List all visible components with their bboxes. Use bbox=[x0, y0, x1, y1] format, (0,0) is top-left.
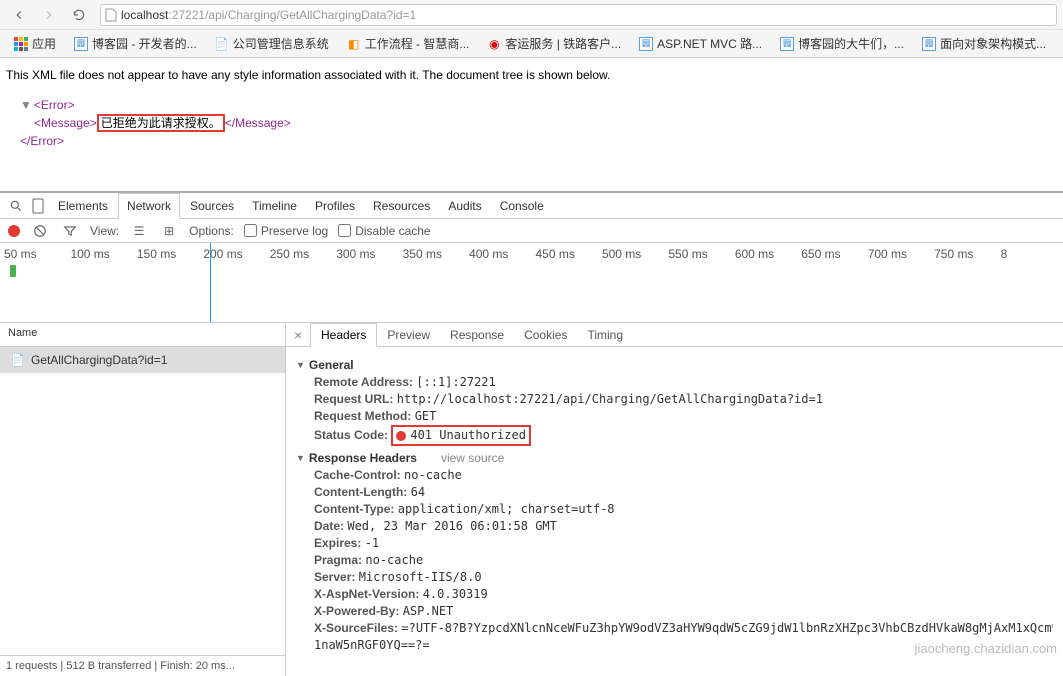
network-timeline[interactable]: 50 ms100 ms150 ms200 ms250 ms300 ms350 m… bbox=[0, 243, 1063, 323]
address-bar[interactable]: localhost:27221/api/Charging/GetAllCharg… bbox=[100, 4, 1057, 26]
favicon: 园 bbox=[922, 37, 936, 51]
tab-elements[interactable]: Elements bbox=[50, 193, 116, 219]
apps-icon bbox=[14, 37, 28, 51]
url-text: localhost:27221/api/Charging/GetAllCharg… bbox=[121, 7, 1056, 22]
request-bar bbox=[10, 265, 16, 277]
error-message-highlight: 已拒绝为此请求授权。 bbox=[97, 114, 225, 132]
apps-button[interactable]: 应用 bbox=[6, 33, 64, 54]
preserve-log-checkbox[interactable]: Preserve log bbox=[244, 224, 328, 238]
collapse-icon: ▼ bbox=[296, 357, 305, 374]
back-button[interactable] bbox=[6, 4, 32, 26]
bookmark-item[interactable]: 园ASP.NET MVC 路... bbox=[631, 33, 770, 54]
favicon: 园 bbox=[639, 37, 653, 51]
timeline-cursor bbox=[210, 243, 211, 322]
search-icon[interactable] bbox=[6, 196, 26, 216]
page-content: This XML file does not appear to have an… bbox=[0, 58, 1063, 192]
devtools-panel: Elements Network Sources Timeline Profil… bbox=[0, 192, 1063, 676]
tab-sources[interactable]: Sources bbox=[182, 193, 242, 219]
request-details: × Headers Preview Response Cookies Timin… bbox=[286, 323, 1063, 676]
browser-toolbar: localhost:27221/api/Charging/GetAllCharg… bbox=[0, 0, 1063, 30]
favicon: 📄 bbox=[215, 37, 229, 51]
favicon: 园 bbox=[780, 37, 794, 51]
collapse-icon: ▼ bbox=[296, 450, 305, 467]
bookmark-item[interactable]: ◧工作流程 - 智慧商... bbox=[339, 33, 478, 54]
request-row[interactable]: 📄GetAllChargingData?id=1 bbox=[0, 347, 285, 373]
list-view-icon[interactable]: ☰ bbox=[129, 221, 149, 241]
bookmark-item[interactable]: 园面向对象架构模式... bbox=[914, 33, 1054, 54]
tab-console[interactable]: Console bbox=[492, 193, 552, 219]
tab-network[interactable]: Network bbox=[118, 193, 180, 219]
disable-cache-checkbox[interactable]: Disable cache bbox=[338, 224, 430, 238]
tab-timeline[interactable]: Timeline bbox=[244, 193, 305, 219]
clear-icon[interactable] bbox=[30, 221, 50, 241]
filter-icon[interactable] bbox=[60, 221, 80, 241]
collapse-icon[interactable]: ▼ bbox=[20, 98, 32, 112]
tab-preview[interactable]: Preview bbox=[377, 324, 440, 346]
xml-notice: This XML file does not appear to have an… bbox=[6, 68, 1057, 82]
record-button[interactable] bbox=[8, 225, 20, 237]
bookmark-item[interactable]: 📄公司管理信息系统 bbox=[207, 33, 337, 54]
name-column-header[interactable]: Name bbox=[0, 323, 285, 347]
view-label: View: bbox=[90, 224, 119, 238]
reload-button[interactable] bbox=[66, 4, 92, 26]
status-highlight: 401 Unauthorized bbox=[391, 425, 531, 446]
devtools-tabs: Elements Network Sources Timeline Profil… bbox=[0, 193, 1063, 219]
tab-cookies[interactable]: Cookies bbox=[514, 324, 577, 346]
file-icon: 📄 bbox=[10, 353, 25, 367]
page-icon bbox=[101, 8, 121, 22]
bookmark-item[interactable]: 园博客园 - 开发者的... bbox=[66, 33, 205, 54]
favicon: ◉ bbox=[487, 37, 501, 51]
bookmarks-bar: 应用 园博客园 - 开发者的... 📄公司管理信息系统 ◧工作流程 - 智慧商.… bbox=[0, 30, 1063, 58]
tab-audits[interactable]: Audits bbox=[440, 193, 489, 219]
network-summary: 1 requests | 512 B transferred | Finish:… bbox=[0, 655, 285, 676]
network-options: View: ☰ ⊞ Options: Preserve log Disable … bbox=[0, 219, 1063, 243]
view-source-link[interactable]: view source bbox=[441, 450, 504, 467]
grid-view-icon[interactable]: ⊞ bbox=[159, 221, 179, 241]
request-list: Name 📄GetAllChargingData?id=1 1 requests… bbox=[0, 323, 286, 676]
forward-button[interactable] bbox=[36, 4, 62, 26]
favicon: 园 bbox=[74, 37, 88, 51]
response-headers-section[interactable]: ▼Response Headersview source bbox=[296, 450, 1053, 467]
device-icon[interactable] bbox=[28, 196, 48, 216]
tab-headers[interactable]: Headers bbox=[310, 323, 377, 347]
tab-timing[interactable]: Timing bbox=[577, 324, 633, 346]
bookmark-item[interactable]: ◉客运服务 | 铁路客户... bbox=[479, 33, 629, 54]
status-dot-icon bbox=[396, 431, 406, 441]
bookmark-item[interactable]: 园博客园的大牛们，... bbox=[772, 33, 912, 54]
tab-resources[interactable]: Resources bbox=[365, 193, 438, 219]
favicon: ◧ bbox=[347, 37, 361, 51]
options-label: Options: bbox=[189, 224, 234, 238]
tab-response[interactable]: Response bbox=[440, 324, 514, 346]
tab-profiles[interactable]: Profiles bbox=[307, 193, 363, 219]
general-section[interactable]: ▼General bbox=[296, 357, 1053, 374]
close-details-button[interactable]: × bbox=[286, 327, 310, 343]
